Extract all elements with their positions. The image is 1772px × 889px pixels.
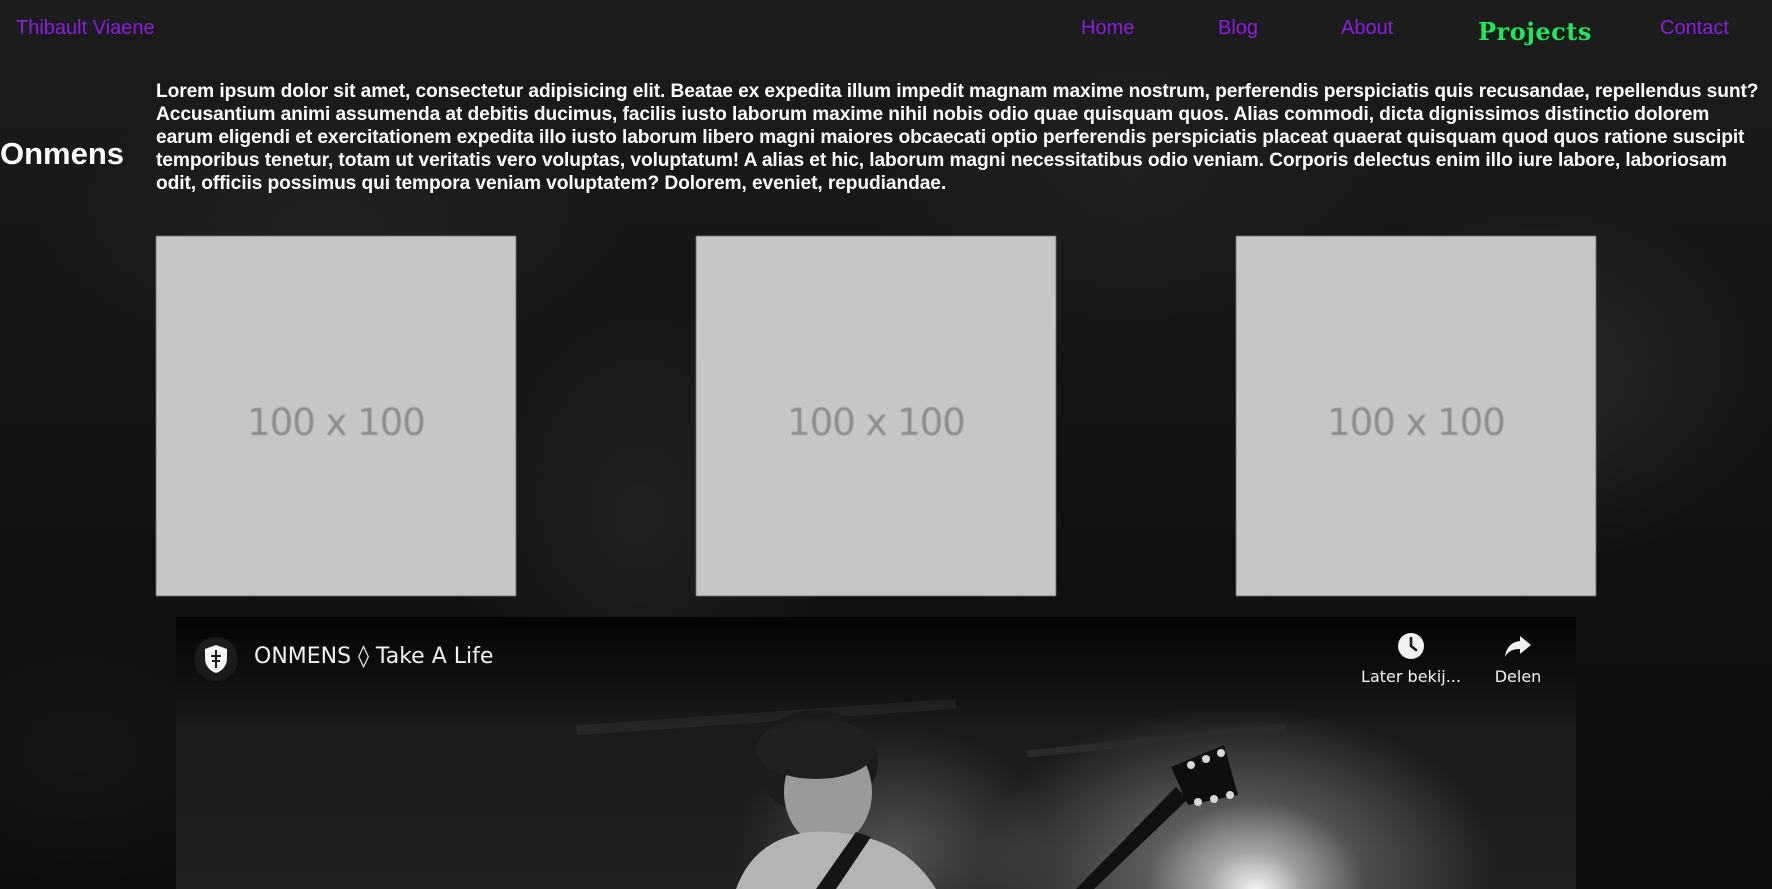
section-intro-text: Lorem ipsum dolor sit amet, consectetur … bbox=[156, 81, 1759, 194]
project-thumbnail[interactable]: 100 x 100 bbox=[156, 236, 516, 596]
nav-contact-link[interactable]: Contact bbox=[1660, 17, 1729, 40]
nav-home-link[interactable]: Home bbox=[1081, 17, 1134, 40]
channel-avatar[interactable] bbox=[194, 637, 238, 681]
clock-icon bbox=[1398, 633, 1424, 659]
project-thumbnail[interactable]: 100 x 100 bbox=[1236, 236, 1596, 596]
shield-crest-icon bbox=[205, 645, 227, 673]
watch-later-button[interactable]: Later bekij... bbox=[1356, 631, 1466, 686]
placeholder-label: 100 x 100 bbox=[1327, 400, 1506, 444]
project-thumbnail[interactable]: 100 x 100 bbox=[696, 236, 1056, 596]
nav-projects-link[interactable]: Projects bbox=[1478, 17, 1592, 46]
share-arrow-icon bbox=[1505, 636, 1531, 657]
watch-later-label: Later bekij... bbox=[1361, 667, 1461, 686]
page: Thibault Viaene Home Blog About Projects… bbox=[0, 0, 1772, 889]
video-title-link[interactable]: ONMENS ◊ Take A Life bbox=[254, 644, 493, 669]
nav-about-link[interactable]: About bbox=[1341, 17, 1393, 40]
video-player[interactable]: ONMENS ◊ Take A Life Later bekij... Dele… bbox=[176, 617, 1576, 889]
placeholder-label: 100 x 100 bbox=[787, 400, 966, 444]
nav-blog-link[interactable]: Blog bbox=[1218, 17, 1258, 40]
share-label: Delen bbox=[1494, 667, 1542, 686]
placeholder-label: 100 x 100 bbox=[247, 400, 426, 444]
share-button[interactable]: Delen bbox=[1463, 631, 1573, 686]
main-nav: Home Blog About Projects Contact bbox=[0, 17, 1772, 47]
section-title: Onmens bbox=[0, 136, 125, 171]
